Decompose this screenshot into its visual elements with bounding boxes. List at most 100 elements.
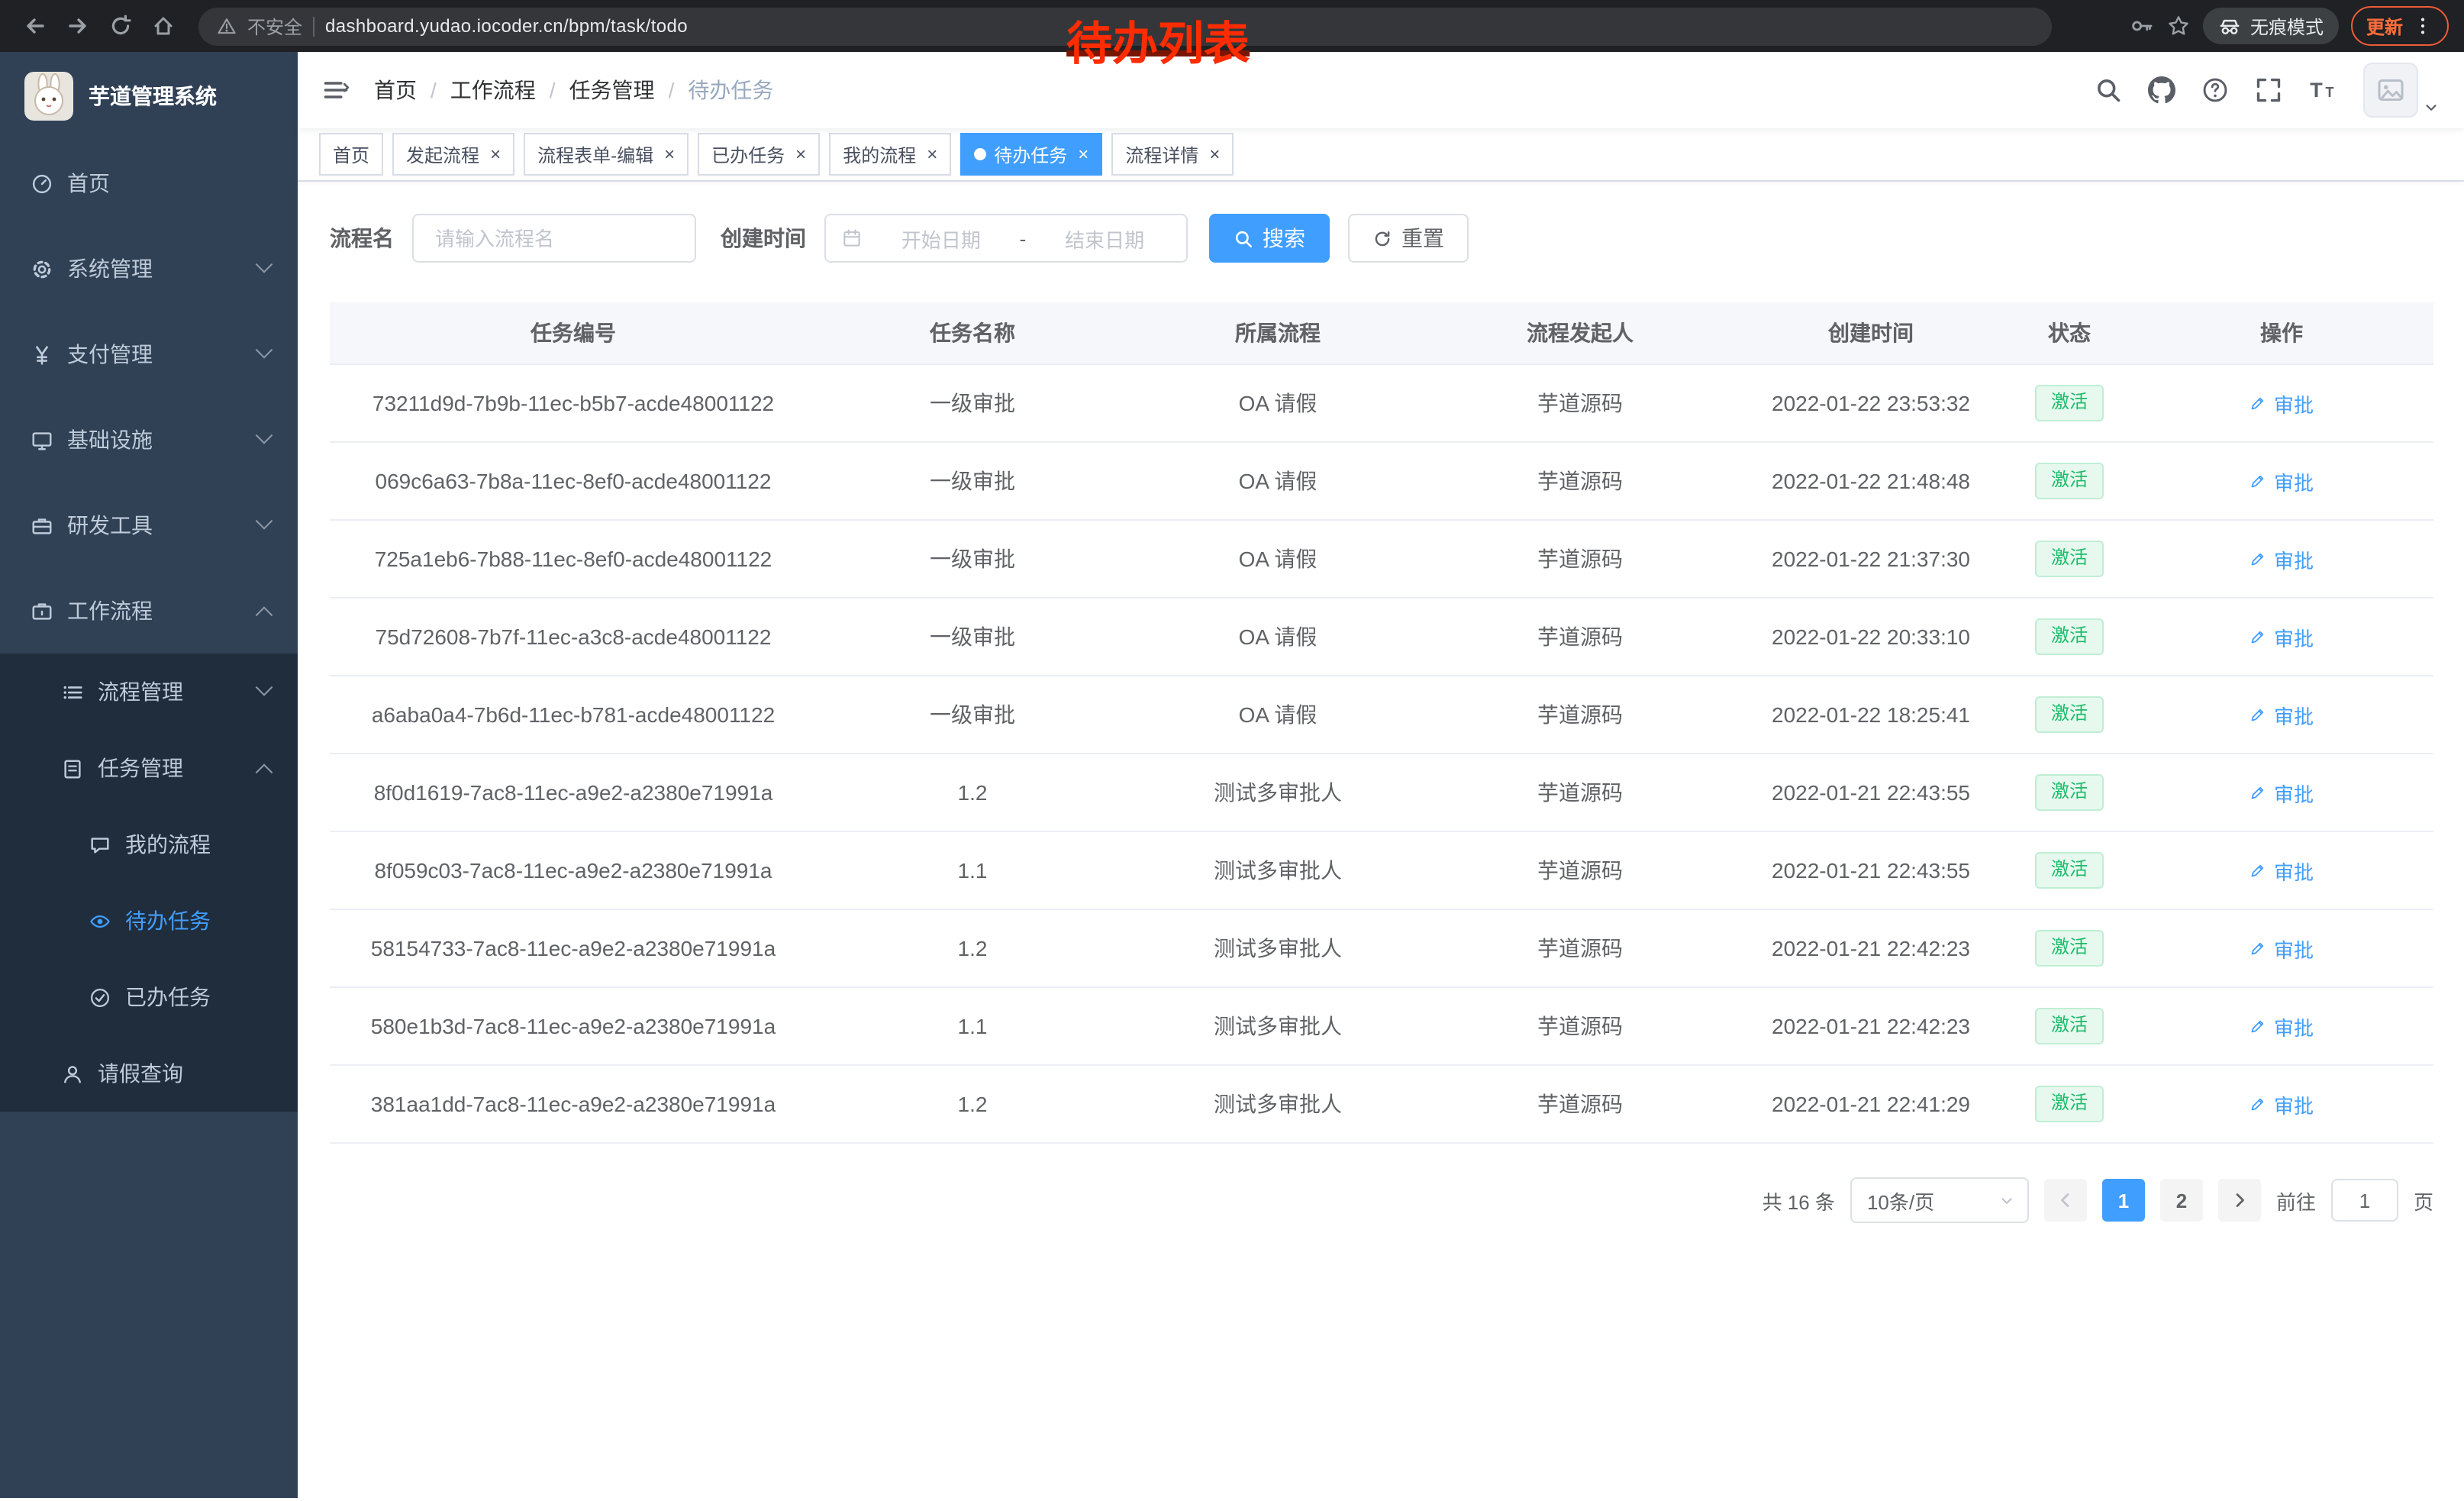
sidebar-item-10[interactable]: 已办任务 [0,959,298,1035]
start-date-placeholder[interactable]: 开始日期 [875,224,1008,253]
forward-icon[interactable] [58,6,98,46]
breadcrumb-item-1[interactable]: 工作流程 [450,75,536,105]
security-warning-icon[interactable] [217,16,237,36]
update-button[interactable]: 更新 [2351,6,2449,46]
approve-button[interactable]: 审批 [2250,1089,2314,1118]
breadcrumb-item-3: 待办任务 [688,75,773,105]
process-name-input[interactable] [432,225,676,251]
sidebar-item-0[interactable]: 首页 [0,140,298,226]
edit-icon [2250,550,2268,568]
sidebar-item-4[interactable]: 研发工具 [0,483,298,568]
page-button-2[interactable]: 2 [2160,1179,2203,1222]
cell-action: 审批 [2130,442,2433,520]
app-window: 不安全 dashboard.yudao.iocoder.cn/bpm/task/… [0,0,2464,1501]
sidebar-item-label: 我的流程 [125,829,211,860]
password-key-icon[interactable] [2130,14,2154,38]
collapse-sidebar-icon[interactable] [298,76,374,104]
column-header-5: 状态 [2009,302,2130,364]
approve-button[interactable]: 审批 [2250,389,2314,418]
sidebar-logo[interactable]: 芋道管理系统 [0,52,298,140]
sidebar-item-label: 待办任务 [125,905,211,936]
monitor-icon [31,428,53,451]
sidebar-item-9[interactable]: 待办任务 [0,883,298,959]
security-label: 不安全 [247,13,302,39]
breadcrumb-separator: / [669,78,675,102]
incognito-badge: 无痕模式 [2203,8,2339,44]
date-range-separator: - [1020,227,1027,250]
sidebar-item-1[interactable]: 系统管理 [0,226,298,311]
approve-button[interactable]: 审批 [2250,778,2314,807]
approve-button[interactable]: 审批 [2250,856,2314,885]
table-row: 8f0d1619-7ac8-11ec-a9e2-a2380e71991a1.2测… [330,754,2433,831]
home-icon[interactable] [144,6,183,46]
tab-close-icon[interactable]: × [1209,145,1220,163]
tab-6[interactable]: 流程详情× [1111,133,1234,176]
breadcrumb-item-2[interactable]: 任务管理 [569,75,655,105]
search-icon[interactable] [2087,69,2130,111]
tab-0[interactable]: 首页 [319,133,383,176]
approve-button[interactable]: 审批 [2250,466,2314,495]
status-badge: 激活 [2036,1086,2103,1122]
question-icon[interactable] [2194,69,2237,111]
next-page-button[interactable] [2218,1179,2261,1222]
sidebar-item-7[interactable]: 任务管理 [0,730,298,806]
tab-close-icon[interactable]: × [795,145,806,163]
sidebar-item-11[interactable]: 请假查询 [0,1035,298,1112]
tab-close-icon[interactable]: × [490,145,501,163]
eye-icon [89,909,111,932]
tab-1[interactable]: 发起流程× [392,133,514,176]
tab-close-icon[interactable]: × [1078,145,1088,163]
back-icon[interactable] [15,6,55,46]
end-date-placeholder[interactable]: 结束日期 [1038,224,1171,253]
cell-process: OA 请假 [1128,598,1427,676]
approve-button[interactable]: 审批 [2250,544,2314,573]
tab-4[interactable]: 我的流程× [829,133,951,176]
sidebar-item-6[interactable]: 流程管理 [0,654,298,730]
user-menu[interactable] [2363,63,2440,118]
cell-status: 激活 [2009,987,2130,1065]
url-text[interactable]: dashboard.yudao.iocoder.cn/bpm/task/todo [325,15,688,37]
sidebar-item-5[interactable]: 工作流程 [0,568,298,654]
sidebar-item-3[interactable]: 基础设施 [0,397,298,483]
fullscreen-icon[interactable] [2247,69,2290,111]
browser-menu-icon[interactable] [2412,15,2433,37]
bookmark-star-icon[interactable] [2166,14,2191,38]
cell-id: a6aba0a4-7b6d-11ec-b781-acde48001122 [330,676,817,754]
incognito-label: 无痕模式 [2250,13,2324,39]
avatar[interactable] [2363,63,2418,118]
reload-icon[interactable] [101,6,140,46]
status-badge: 激活 [2036,930,2103,966]
sidebar-item-label: 系统管理 [67,253,153,284]
sidebar-item-8[interactable]: 我的流程 [0,806,298,883]
prev-page-button[interactable] [2044,1179,2087,1222]
todo-task-table: 任务编号任务名称所属流程流程发起人创建时间状态操作 73211d9d-7b9b-… [330,302,2433,1144]
cell-initiator: 芋道源码 [1427,520,1733,598]
tab-close-icon[interactable]: × [664,145,675,163]
cell-initiator: 芋道源码 [1427,831,1733,909]
toolbox-icon [31,514,53,537]
page-button-1[interactable]: 1 [2102,1179,2145,1222]
goto-page-input[interactable] [2331,1179,2398,1222]
chevron-down-icon [256,256,273,273]
sidebar-item-2[interactable]: 支付管理 [0,311,298,397]
page-size-select[interactable]: 10条/页 [1850,1177,2029,1223]
date-range-picker[interactable]: 开始日期 - 结束日期 [824,214,1188,263]
tab-3[interactable]: 已办任务× [698,133,820,176]
breadcrumb-item-0[interactable]: 首页 [374,75,417,105]
tab-close-icon[interactable]: × [927,145,937,163]
approve-button[interactable]: 审批 [2250,934,2314,963]
cell-name: 1.2 [817,1065,1128,1143]
table-row: 580e1b3d-7ac8-11ec-a9e2-a2380e71991a1.1测… [330,987,2433,1065]
tab-2[interactable]: 流程表单-编辑× [524,133,689,176]
search-button[interactable]: 搜索 [1209,214,1330,263]
approve-button[interactable]: 审批 [2250,1012,2314,1041]
edit-icon [2250,1017,2268,1035]
approve-button[interactable]: 审批 [2250,700,2314,729]
sidebar-item-label: 基础设施 [67,424,153,455]
reset-button[interactable]: 重置 [1348,214,1469,263]
approve-button[interactable]: 审批 [2250,622,2314,651]
user-icon [61,1062,84,1085]
github-icon[interactable] [2140,69,2183,111]
fontsize-icon[interactable]: TT [2301,69,2343,111]
tab-5[interactable]: 待办任务× [960,133,1102,176]
